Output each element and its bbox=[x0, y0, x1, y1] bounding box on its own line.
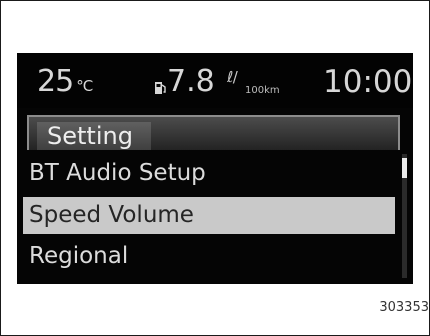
menu-header: Setting bbox=[27, 115, 400, 150]
status-bar: 25 °C 7.8 ℓ/ 100km 10:00 bbox=[17, 53, 413, 108]
menu-item-speed-volume[interactable]: Speed Volume bbox=[23, 197, 395, 234]
clock: 10:00 bbox=[323, 64, 413, 100]
menu-title: Setting bbox=[37, 122, 151, 150]
fuel-economy-value: 7.8 bbox=[167, 64, 215, 99]
scroll-thumb[interactable] bbox=[402, 158, 407, 178]
figure-frame: 25 °C 7.8 ℓ/ 100km 10:00 Setting BT Audio… bbox=[0, 0, 430, 336]
temperature-unit: °C bbox=[76, 77, 93, 95]
figure-code: 303353 bbox=[379, 300, 429, 315]
fuel-pump-icon bbox=[155, 82, 166, 94]
menu-item-regional[interactable]: Regional bbox=[23, 238, 395, 275]
fuel-unit-top: ℓ/ bbox=[227, 68, 238, 86]
menu-list: BT Audio Setup Speed Volume Regional bbox=[23, 152, 403, 284]
scrollbar[interactable] bbox=[402, 154, 407, 278]
display-screen: 25 °C 7.8 ℓ/ 100km 10:00 Setting BT Audio… bbox=[17, 53, 413, 284]
fuel-unit-bottom: 100km bbox=[245, 85, 280, 96]
outside-temperature: 25 °C bbox=[37, 64, 93, 101]
menu-item-bt-audio-setup[interactable]: BT Audio Setup bbox=[23, 155, 395, 192]
temperature-value: 25 bbox=[37, 64, 74, 99]
